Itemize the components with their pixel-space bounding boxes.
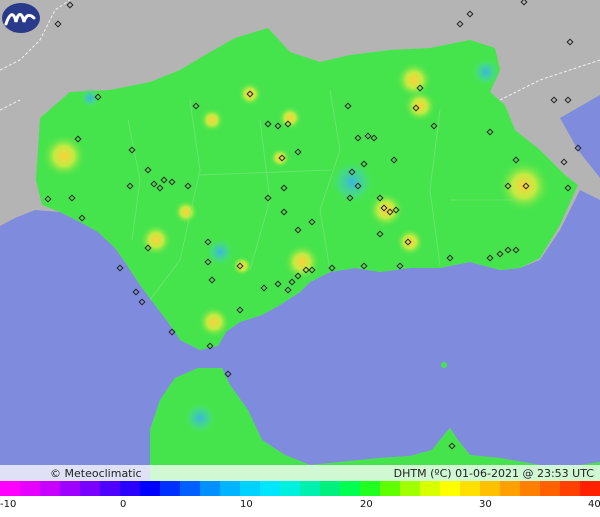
colorbar-segment — [320, 481, 341, 496]
alboran-island — [441, 362, 447, 368]
colorbar-segment — [520, 481, 541, 496]
colorbar-segment — [100, 481, 121, 496]
colorbar-segment — [360, 481, 381, 496]
colorbar-segment — [420, 481, 441, 496]
colorbar-segment — [40, 481, 61, 496]
colorbar-segment — [220, 481, 241, 496]
colorbar-segment — [240, 481, 261, 496]
colorbar-segment — [180, 481, 201, 496]
colorbar-segment — [580, 481, 600, 496]
temperature-map[interactable]: © Meteoclimatic DHTM (ºC) 01-06-2021 @ 2… — [0, 0, 600, 481]
colorbar-segment — [60, 481, 81, 496]
map-canvas — [0, 0, 600, 481]
colorbar — [0, 481, 600, 496]
colorbar-segment — [160, 481, 181, 496]
colorbar-segment — [400, 481, 421, 496]
colorbar-segment — [480, 481, 501, 496]
credit-text: © Meteoclimatic — [50, 467, 142, 480]
map-stamp: DHTM (ºC) 01-06-2021 @ 23:53 UTC — [393, 467, 594, 480]
colorbar-segment — [80, 481, 101, 496]
colorbar-segment — [0, 481, 21, 496]
colorbar-segment — [200, 481, 221, 496]
colorbar-segment — [300, 481, 321, 496]
scale-tick: 20 — [360, 499, 373, 510]
colorbar-segment — [20, 481, 41, 496]
colorbar-segment — [440, 481, 461, 496]
meteoclimatic-logo-icon — [2, 3, 40, 33]
scale-tick: -10 — [0, 499, 17, 510]
scale-tick: 0 — [120, 499, 127, 510]
temperature-scale: -10 0 10 20 30 40 — [0, 481, 600, 517]
colorbar-segment — [540, 481, 561, 496]
colorbar-segment — [260, 481, 281, 496]
colorbar-segment — [380, 481, 401, 496]
colorbar-segment — [120, 481, 141, 496]
colorbar-segment — [140, 481, 161, 496]
scale-tick: 40 — [588, 499, 600, 510]
colorbar-segment — [560, 481, 581, 496]
scale-tick: 10 — [240, 499, 253, 510]
colorbar-segment — [460, 481, 481, 496]
colorbar-segment — [500, 481, 521, 496]
colorbar-segment — [340, 481, 361, 496]
colorbar-segment — [280, 481, 301, 496]
scale-tick: 30 — [479, 499, 492, 510]
